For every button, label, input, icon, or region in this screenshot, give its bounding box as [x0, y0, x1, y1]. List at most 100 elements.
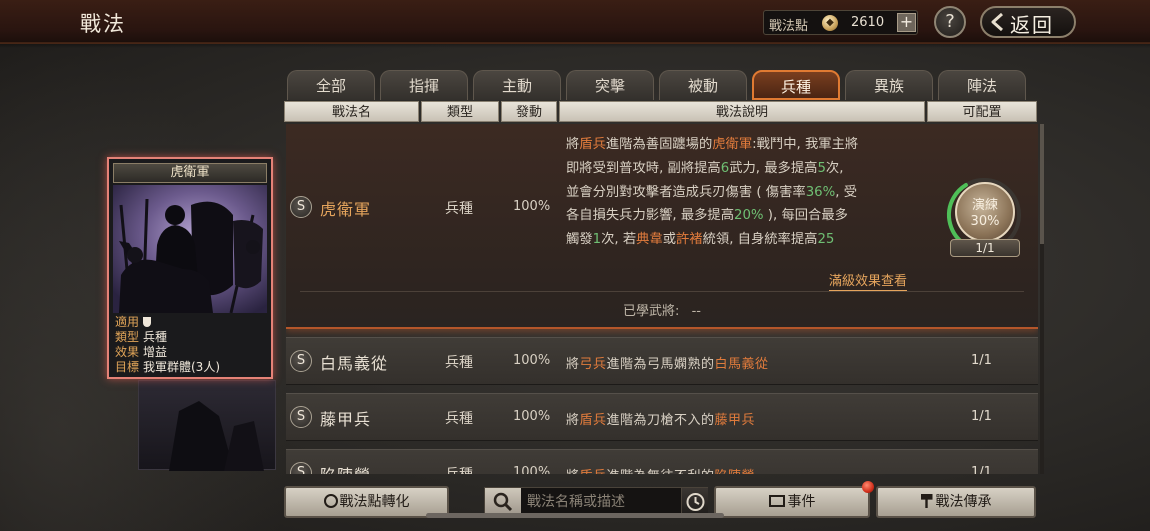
card-field-value: 兵種 [143, 330, 168, 344]
drill-percent: 30% [970, 214, 1000, 229]
tactic-points-label: 戰法點 [769, 19, 809, 34]
shield-icon [143, 317, 151, 327]
tactic-points-display: 戰法點 ◆ 2610 + [763, 10, 918, 35]
tactic-description: 將弓兵進階為弓馬嫻熟的白馬義從 [566, 353, 769, 372]
desc-segment: 將 [566, 137, 580, 152]
tactic-description: 將盾兵進階為刀槍不入的藤甲兵 [566, 409, 755, 428]
card-field-key: 類型 [115, 330, 140, 344]
full-effect-link[interactable]: 滿級效果查看 [829, 270, 908, 291]
config-count: 1/1 [971, 409, 992, 424]
desc-segment: 各自損失兵力影響, 最多提高 [566, 208, 735, 224]
desc-segment: 或 [662, 232, 677, 248]
column-header-config: 可配置 [927, 101, 1037, 122]
hammer-icon [920, 494, 933, 508]
back-arrow-icon [991, 12, 1003, 32]
column-header-name: 戰法名 [284, 101, 419, 122]
list-scrollbar[interactable] [1040, 124, 1044, 474]
notification-dot [862, 481, 874, 493]
tab-0[interactable]: 全部 [287, 70, 375, 100]
help-label: ? [945, 11, 955, 32]
desc-segment: 5 [817, 160, 826, 176]
card-field: 適用 [115, 315, 269, 330]
events-button[interactable]: 事件 [714, 486, 870, 518]
desc-segment: 盾兵 [579, 137, 606, 152]
desc-segment: 並會分別對攻擊者造成兵刃傷害 ( 傷害率 [566, 184, 806, 200]
desc-segment: 進階為善固躔場的 [605, 137, 713, 152]
card-field: 效果 增益 [115, 345, 269, 360]
desc-line: 將盾兵進階為善固躔場的虎衛軍:戰鬥中, 我軍主將 [566, 133, 936, 157]
tactic-row[interactable]: S陷陣營兵種100%將盾兵進階為無往不利的陷陣營1/1 [286, 449, 1038, 474]
desc-segment: 進階為弓馬嫻熟的 [606, 357, 715, 372]
page-title: 戰法 [80, 12, 126, 36]
card-field-key: 效果 [115, 345, 140, 359]
inherit-button[interactable]: 戰法傳承 [876, 486, 1036, 518]
tactic-row[interactable]: S 白馬義從 兵種 100% 將弓兵進階為弓馬嫻熟的白馬義從 1/1 [286, 337, 1038, 385]
desc-segment: 即將受到普攻時, 副將提高 [566, 160, 721, 176]
config-count: 1/1 [971, 353, 992, 368]
grade-badge: S [290, 350, 312, 372]
desc-segment: 陷陣營 [715, 469, 756, 474]
config-count: 1/1 [971, 465, 992, 474]
desc-segment: :戰鬥中, 我軍主將 [752, 137, 859, 152]
tactic-name: 虎衛軍 [320, 200, 372, 219]
tactic-card[interactable]: 虎衛軍 適用 類型 兵種 效果 增益 目標 我軍群體(3人) [107, 157, 273, 379]
help-button[interactable]: ? [934, 6, 966, 38]
history-button[interactable] [681, 488, 708, 516]
desc-segment: , 受 [835, 184, 858, 200]
grade-badge: S [290, 406, 312, 428]
tactic-name: 陷陣營 [320, 462, 371, 474]
top-bar: 戰法 戰法點 ◆ 2610 + ? 返回 [0, 0, 1150, 48]
desc-line: 即將受到普攻時, 副將提高6武力, 最多提高5次, [566, 157, 936, 181]
card-stack-back [138, 380, 276, 471]
desc-segment: ), 每回合最多 [763, 208, 848, 224]
desc-segment: 盾兵 [580, 469, 607, 474]
card-field: 目標 我軍群體(3人) [115, 360, 269, 375]
tab-1[interactable]: 指揮 [380, 70, 468, 100]
tab-5[interactable]: 兵種 [752, 70, 840, 100]
desc-segment: 次, [825, 160, 844, 176]
tactic-name: 白馬義從 [320, 354, 389, 373]
learned-generals: 已學武將: -- [286, 300, 1038, 319]
tactic-type: 兵種 [445, 355, 473, 371]
desc-segment: 白馬義從 [714, 357, 769, 372]
search-button[interactable] [485, 488, 521, 516]
search-input[interactable] [527, 491, 677, 513]
scroll-thumb[interactable] [1040, 124, 1044, 244]
learned-label: 已學武將: [623, 304, 680, 319]
tab-6[interactable]: 異族 [845, 70, 933, 100]
desc-segment: 武力, 最多提高 [729, 160, 818, 176]
card-field: 類型 兵種 [115, 330, 269, 345]
desc-segment: 1 [592, 232, 602, 248]
home-indicator [426, 513, 724, 518]
desc-segment: 20% [734, 208, 764, 224]
divider [300, 291, 1024, 292]
add-points-button[interactable]: + [897, 13, 916, 32]
tactic-row[interactable]: S 藤甲兵 兵種 100% 將盾兵進階為刀槍不入的藤甲兵 1/1 [286, 393, 1038, 441]
tab-2[interactable]: 主動 [473, 70, 561, 100]
drill-button[interactable]: 演練 30% [955, 182, 1015, 242]
card-field-key: 目標 [115, 360, 140, 374]
tactic-rate: 100% [513, 353, 551, 368]
card-field-value: 增益 [143, 345, 168, 359]
events-icon [768, 495, 785, 507]
tab-7[interactable]: 陣法 [938, 70, 1026, 100]
column-header-description: 戰法說明 [559, 101, 925, 122]
events-label: 事件 [787, 494, 816, 510]
tab-3[interactable]: 突擊 [566, 70, 654, 100]
desc-segment: 統領, 自身統率提高 [702, 232, 818, 248]
back-label: 返回 [1010, 13, 1054, 37]
desc-segment: 6 [720, 160, 730, 176]
convert-points-button[interactable]: 戰法點轉化 [284, 486, 449, 518]
coin-icon: ◆ [822, 15, 838, 31]
tab-4[interactable]: 被動 [659, 70, 747, 100]
tactic-rate: 100% [513, 199, 551, 214]
tactic-row-expanded[interactable]: S 虎衛軍 兵種 100% 將盾兵進階為善固躔場的虎衛軍:戰鬥中, 我軍主將 即將… [286, 124, 1038, 329]
clock-icon [686, 493, 705, 511]
card-field-value: 我軍群體(3人) [143, 360, 220, 374]
back-button[interactable]: 返回 [980, 6, 1076, 38]
desc-segment: 觸發 [566, 232, 593, 248]
desc-line: 各自損失兵力影響, 最多提高20% ), 每回合最多 [566, 204, 936, 228]
tactic-type: 兵種 [445, 201, 473, 217]
tactic-rate: 100% [513, 409, 551, 424]
tactic-type: 兵種 [445, 464, 473, 474]
